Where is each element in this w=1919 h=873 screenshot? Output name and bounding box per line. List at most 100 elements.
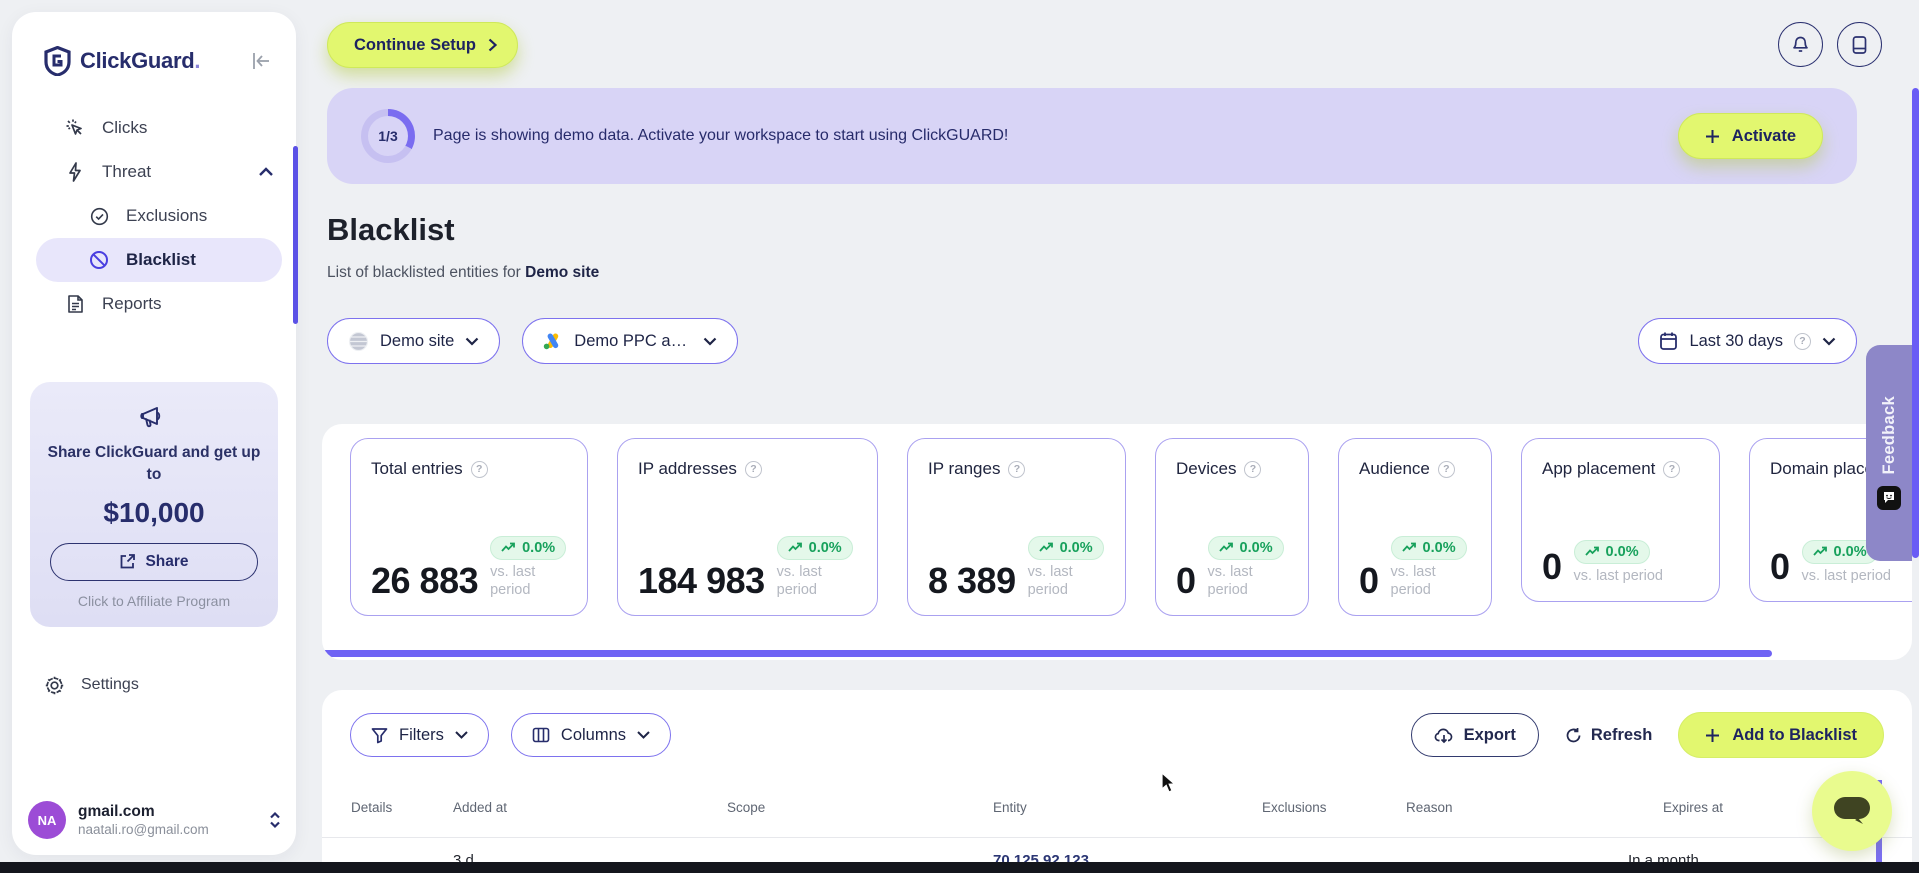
continue-setup-button[interactable]: Continue Setup	[327, 22, 518, 68]
lightning-icon	[64, 162, 86, 182]
cell-entity: 70.125.92.123	[993, 852, 1089, 862]
nav-scroll-indicator	[293, 146, 298, 324]
filters-dropdown[interactable]: Filters	[350, 713, 489, 757]
feedback-label: Feedback	[1879, 395, 1898, 475]
trend-badge: 0.0%	[490, 535, 567, 560]
vs-last-period-label: vs. last period	[1801, 567, 1891, 584]
help-icon[interactable]: ?	[1437, 460, 1455, 478]
sidebar-item-threat[interactable]: Threat	[12, 150, 296, 194]
table-header-cell[interactable]: Entity	[966, 800, 1262, 837]
share-button[interactable]: Share	[50, 542, 258, 581]
help-icon[interactable]: ?	[1244, 460, 1262, 478]
date-range-selector[interactable]: Last 30 days ?	[1638, 318, 1857, 364]
promo-title: Share ClickGuard and get up to	[47, 444, 261, 484]
stat-card: Audience ? 0 0.0% vs. last period	[1338, 438, 1492, 616]
trend-badge: 0.0%	[776, 535, 853, 560]
table-header-cell[interactable]: Scope	[727, 800, 966, 837]
trend-value: 0.0%	[1239, 539, 1273, 556]
plus-icon	[1705, 129, 1720, 144]
vs-last-period-label: vs. last period	[1573, 567, 1663, 584]
demo-data-banner: 1/3 Page is showing demo data. Activate …	[327, 88, 1857, 184]
stat-card: App placement ? 0 0.0% vs. last period	[1521, 438, 1720, 602]
page-subtitle: List of blacklisted entities for Demo si…	[327, 264, 599, 282]
refresh-button[interactable]: Refresh	[1565, 726, 1652, 745]
google-ads-icon	[543, 332, 563, 350]
vs-last-period-label: vs. last period	[490, 563, 536, 598]
columns-icon	[532, 727, 550, 743]
help-icon[interactable]: ?	[744, 460, 762, 478]
trend-up-icon	[787, 542, 802, 552]
chevron-down-icon	[1822, 337, 1836, 346]
sidebar-item-settings[interactable]: Settings	[12, 675, 296, 696]
chat-bubble-icon	[1831, 794, 1873, 828]
trend-up-icon	[1812, 546, 1827, 556]
chevron-up-down-icon	[268, 810, 282, 830]
ppc-account-value: Demo PPC ac...	[574, 331, 693, 350]
document-icon	[64, 294, 86, 314]
add-to-blacklist-button[interactable]: Add to Blacklist	[1678, 712, 1884, 758]
promo-footer: Click to Affiliate Program	[77, 592, 231, 609]
refresh-label: Refresh	[1590, 725, 1653, 744]
sidebar-item-label: Threat	[102, 162, 152, 181]
sidebar: ClickGuard. Clicks Threat Exclusions Bla…	[12, 12, 298, 855]
account-switcher[interactable]: NA gmail.com naatali.ro@gmail.com	[28, 801, 282, 839]
trend-badge: 0.0%	[1573, 539, 1650, 564]
clickguard-blacklist-page: { "sidebar": { "logo_text": "ClickGuard"…	[0, 0, 1919, 873]
trend-value: 0.0%	[808, 539, 842, 556]
stat-card: Total entries ? 26 883 0.0% vs. last per…	[350, 438, 588, 616]
feedback-smiley-icon	[1877, 486, 1901, 511]
table-toolbar: Filters Columns Export Refresh Add to Bl…	[322, 690, 1912, 758]
columns-dropdown[interactable]: Columns	[510, 713, 672, 757]
cell-added-at: 3 d	[453, 852, 474, 862]
trend-value: 0.0%	[1059, 539, 1093, 556]
feedback-tab[interactable]: Feedback	[1866, 345, 1912, 561]
stats-panel: Total entries ? 26 883 0.0% vs. last per…	[322, 424, 1912, 660]
table-header-cell[interactable]: Exclusions	[1262, 800, 1406, 837]
table-header-cell[interactable]: Details	[351, 800, 453, 837]
table-header-cell[interactable]: Reason	[1406, 800, 1636, 837]
trend-badge: 0.0%	[1027, 535, 1104, 560]
activate-label: Activate	[1731, 126, 1796, 145]
avatar: NA	[28, 801, 66, 839]
book-icon	[1851, 35, 1868, 55]
plus-icon	[1705, 728, 1720, 743]
help-icon[interactable]: ?	[1663, 460, 1681, 478]
chat-widget-button[interactable]	[1812, 771, 1892, 851]
horizontal-scrollbar[interactable]	[322, 650, 1772, 657]
affiliate-promo-card[interactable]: Share ClickGuard and get up to $10,000 S…	[30, 382, 278, 627]
cloud-download-icon	[1434, 727, 1454, 744]
gear-icon	[44, 675, 65, 696]
sidebar-item-reports[interactable]: Reports	[12, 282, 296, 326]
sidebar-item-blacklist[interactable]: Blacklist	[36, 238, 282, 282]
vs-last-period-label: vs. last period	[776, 563, 822, 598]
activate-button[interactable]: Activate	[1677, 113, 1823, 159]
trend-badge: 0.0%	[1390, 535, 1467, 560]
stat-card: Devices ? 0 0.0% vs. last period	[1155, 438, 1309, 616]
account-email: naatali.ro@gmail.com	[78, 822, 209, 837]
cell-expires-at: In a month	[1628, 852, 1699, 862]
help-icon[interactable]: ?	[1008, 460, 1026, 478]
page-subtitle-site: Demo site	[525, 264, 600, 281]
page-scrollbar[interactable]	[1912, 88, 1919, 558]
chevron-down-icon	[455, 731, 468, 739]
ppc-account-selector[interactable]: Demo PPC ac...	[522, 318, 739, 364]
filters-label: Filters	[399, 725, 444, 744]
account-provider: gmail.com	[78, 803, 155, 820]
table-row[interactable]: 3 d 70.125.92.123 In a month	[322, 838, 1912, 862]
logo-row: ClickGuard.	[12, 12, 296, 76]
table-header-cell[interactable]: Added at	[453, 800, 727, 837]
trend-up-icon	[1401, 542, 1416, 552]
sidebar-item-label: Blacklist	[126, 250, 196, 269]
stat-card-value: 0	[1542, 546, 1562, 587]
sidebar-item-clicks[interactable]: Clicks	[12, 106, 296, 150]
help-icon[interactable]: ?	[470, 460, 488, 478]
notifications-button[interactable]	[1778, 22, 1823, 67]
stat-card: IP addresses ? 184 983 0.0% vs. last per…	[617, 438, 878, 616]
documentation-button[interactable]	[1837, 22, 1882, 67]
sidebar-collapse-icon[interactable]	[250, 52, 272, 70]
sidebar-item-exclusions[interactable]: Exclusions	[12, 194, 296, 238]
trend-value: 0.0%	[1422, 539, 1456, 556]
site-selector[interactable]: Demo site	[327, 318, 501, 364]
site-selector-value: Demo site	[380, 331, 455, 350]
export-button[interactable]: Export	[1410, 713, 1539, 757]
